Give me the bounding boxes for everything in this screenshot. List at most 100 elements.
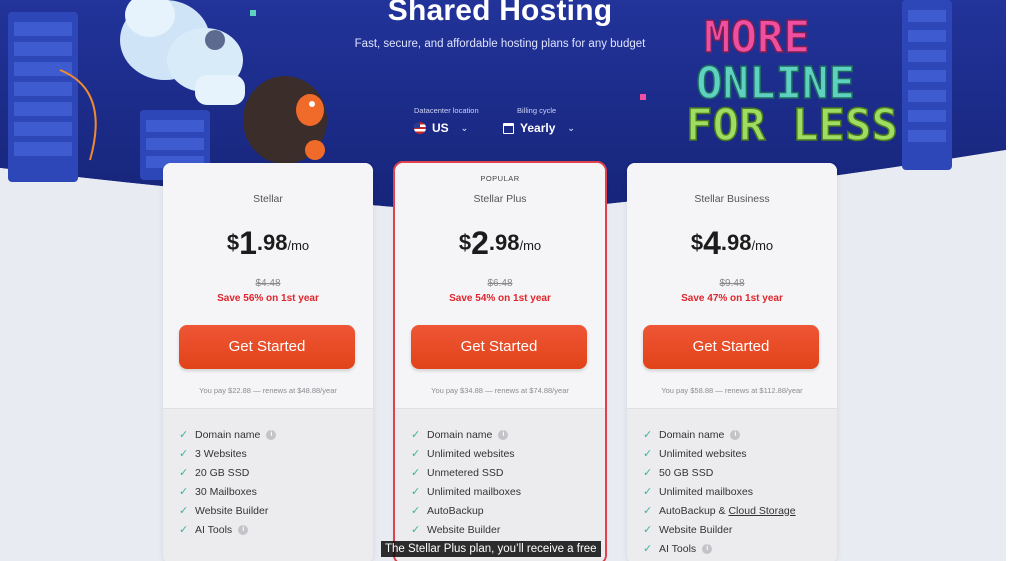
price-decimal: .98 xyxy=(720,230,752,255)
check-icon: ✓ xyxy=(411,486,421,498)
feature-list: ✓ Domain name i ✓ 3 Websites ✓ 20 GB SSD ✓ 30… xyxy=(179,425,277,539)
billing-label: Billing cycle xyxy=(517,106,557,115)
plan-price: $1.98/mo xyxy=(163,225,373,262)
list-item: ✓ Unlimited mailboxes xyxy=(411,482,521,501)
plan-card-stellar-plus: POPULAR Stellar Plus $2.98/mo $6.48 Save… xyxy=(393,161,607,561)
list-item: ✓ Domain name i xyxy=(643,425,796,444)
check-icon: ✓ xyxy=(179,429,189,441)
check-icon: ✓ xyxy=(643,543,653,555)
list-item: ✓ AutoBackup & Cloud Storage xyxy=(643,501,796,520)
feature-label: 20 GB SSD xyxy=(195,466,250,479)
check-icon: ✓ xyxy=(643,429,653,441)
list-item: ✓ AutoBackup xyxy=(411,501,521,520)
datacenter-selector[interactable]: Datacenter location US ⌄ xyxy=(414,106,479,135)
feature-label: Unlimited mailboxes xyxy=(427,485,521,498)
price-integer: 4 xyxy=(703,225,721,261)
check-icon: ✓ xyxy=(411,505,421,517)
list-item: ✓ 3 Websites xyxy=(179,444,276,463)
feature-label: Domain name xyxy=(195,428,261,441)
check-icon: ✓ xyxy=(643,467,653,479)
page-subtitle: Fast, secure, and affordable hosting pla… xyxy=(354,38,646,50)
billing-value: Yearly xyxy=(520,121,556,135)
plan-card-stellar: Stellar $1.98/mo $4.48 Save 56% on 1st y… xyxy=(163,163,373,561)
list-item: ✓ 30 Mailboxes xyxy=(179,482,276,501)
info-icon[interactable]: i xyxy=(498,429,509,440)
old-price: $4.48 xyxy=(255,278,281,289)
check-icon: ✓ xyxy=(179,467,189,479)
feature-label: Unmetered SSD xyxy=(427,466,504,479)
price-integer: 2 xyxy=(471,225,489,261)
get-started-button[interactable]: Get Started xyxy=(643,325,819,369)
feature-label: Domain name xyxy=(427,428,493,441)
feature-label: 30 Mailboxes xyxy=(195,485,257,498)
check-icon: ✓ xyxy=(643,524,653,536)
popular-badge: POPULAR xyxy=(480,174,520,183)
list-item: ✓ 20 GB SSD xyxy=(179,463,276,482)
info-icon[interactable]: i xyxy=(730,429,741,440)
calendar-icon xyxy=(503,122,514,134)
list-item: ✓ AI Tools i xyxy=(179,520,276,539)
feature-label: AI Tools xyxy=(659,542,697,555)
old-price: $6.48 xyxy=(487,278,513,289)
price-period: /mo xyxy=(519,238,542,253)
price-period: /mo xyxy=(287,238,310,253)
info-icon[interactable]: i xyxy=(702,543,713,554)
discount-text: Save 56% on 1st year xyxy=(217,293,319,304)
check-icon: ✓ xyxy=(643,486,653,498)
price-currency: $ xyxy=(458,230,472,255)
check-icon: ✓ xyxy=(411,448,421,460)
price-decimal: .98 xyxy=(256,230,288,255)
info-icon[interactable]: i xyxy=(266,429,277,440)
plan-card-stellar-business: Stellar Business $4.98/mo $9.48 Save 47%… xyxy=(627,163,837,561)
feature-label: AutoBackup & xyxy=(659,504,729,517)
page-title: Shared Hosting xyxy=(387,0,613,27)
feature-list: ✓ Domain name i ✓ Unlimited websites ✓ Unmet… xyxy=(411,425,521,539)
list-item: ✓ 50 GB SSD xyxy=(643,463,796,482)
feature-label: AutoBackup xyxy=(427,504,484,517)
feature-label: Website Builder xyxy=(195,504,269,517)
list-item: ✓ Website Builder xyxy=(643,520,796,539)
us-flag-icon xyxy=(414,122,426,134)
check-icon: ✓ xyxy=(179,524,189,536)
video-caption: The Stellar Plus plan, you’ll receive a … xyxy=(381,541,601,557)
old-price: $9.48 xyxy=(719,278,745,289)
datacenter-value: US xyxy=(432,121,449,135)
list-item: ✓ Domain name i xyxy=(411,425,521,444)
feature-label: 3 Websites xyxy=(195,447,247,460)
feature-label: Domain name xyxy=(659,428,725,441)
cloud-storage-link[interactable]: Cloud Storage xyxy=(728,505,795,517)
chevron-down-icon: ⌄ xyxy=(460,122,469,133)
list-item: ✓ AI Tools i xyxy=(643,539,796,558)
chevron-down-icon: ⌄ xyxy=(567,122,575,133)
feature-label: AI Tools xyxy=(195,523,233,536)
datacenter-dropdown[interactable]: US ⌄ xyxy=(414,121,479,135)
check-icon: ✓ xyxy=(179,505,189,517)
feature-label: Unlimited websites xyxy=(659,447,747,460)
list-item: ✓ Website Builder xyxy=(411,520,521,539)
billing-dropdown[interactable]: Yearly ⌄ xyxy=(503,121,575,135)
check-icon: ✓ xyxy=(179,486,189,498)
price-integer: 1 xyxy=(239,225,257,261)
check-icon: ✓ xyxy=(411,467,421,479)
feature-label: 50 GB SSD xyxy=(659,466,714,479)
renewal-fine-print: You pay $58.88 — renews at $112.88/year xyxy=(661,386,803,395)
get-started-button[interactable]: Get Started xyxy=(179,325,355,369)
page-frame: MORE ONLINE FOR LESS Shared Hosting Fast… xyxy=(0,0,1006,561)
billing-selector[interactable]: Billing cycle Yearly ⌄ xyxy=(503,106,575,135)
list-item: ✓ Domain name i xyxy=(179,425,277,444)
price-decimal: .98 xyxy=(488,230,520,255)
check-icon: ✓ xyxy=(179,448,189,460)
price-currency: $ xyxy=(690,230,704,255)
plan-name: Stellar xyxy=(253,193,283,205)
feature-label: Unlimited mailboxes xyxy=(659,485,753,498)
discount-text: Save 54% on 1st year xyxy=(449,293,551,304)
check-icon: ✓ xyxy=(643,505,653,517)
feature-label: Unlimited websites xyxy=(427,447,515,460)
list-item: ✓ Website Builder xyxy=(179,501,276,520)
renewal-fine-print: You pay $34.88 — renews at $74.88/year xyxy=(431,386,569,395)
plan-price: $4.98/mo xyxy=(627,225,837,262)
get-started-button[interactable]: Get Started xyxy=(411,325,587,369)
info-icon[interactable]: i xyxy=(238,524,249,535)
renewal-fine-print: You pay $22.88 — renews at $48.88/year xyxy=(199,386,337,395)
plan-price: $2.98/mo xyxy=(395,225,605,262)
